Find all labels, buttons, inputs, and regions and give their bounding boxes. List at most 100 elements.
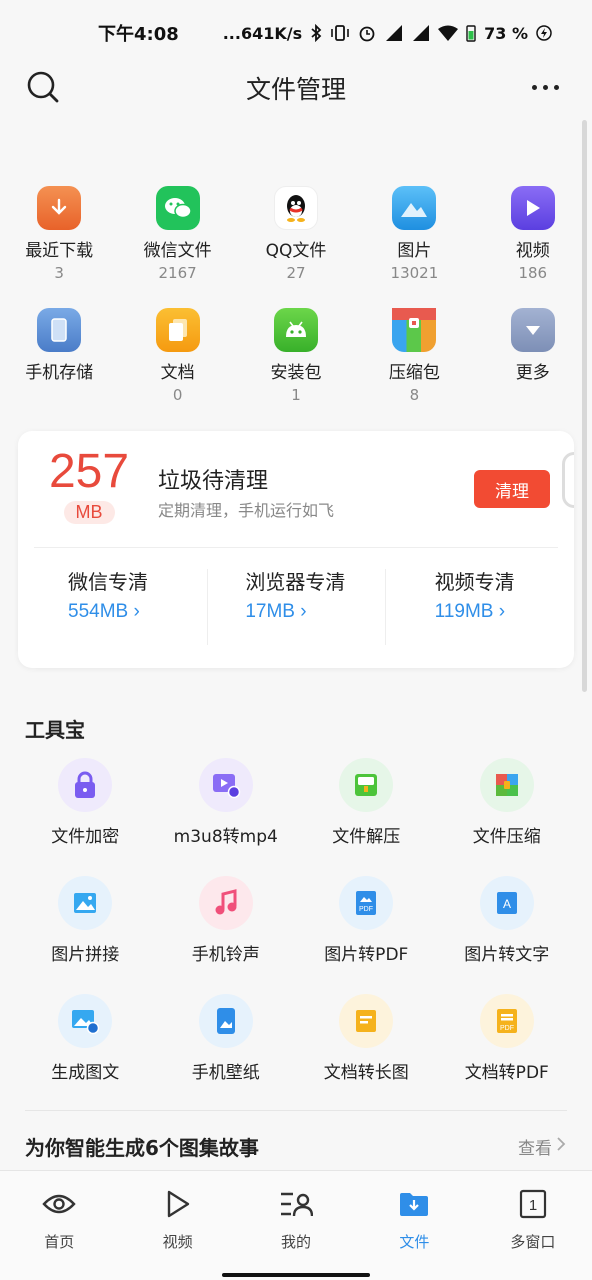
cleanup-title: 垃圾待清理 [158, 469, 269, 494]
tool-generate-image-text[interactable]: 生成图文 [15, 994, 156, 1112]
category-documents[interactable]: 文档 0 [118, 308, 236, 430]
category-zip[interactable]: 压缩包 8 [355, 308, 473, 430]
story-view-more[interactable]: 查看 [518, 1134, 566, 1159]
browser-clean-item[interactable]: 浏览器专清 17MB › [207, 567, 384, 647]
category-qq-files[interactable]: QQ文件 27 [237, 186, 355, 308]
tool-image-stitch[interactable]: 图片拼接 [15, 876, 156, 994]
image-text-icon: A [479, 876, 534, 930]
status-icons: ...641K/s 73 % [223, 24, 552, 43]
tool-label: 文件压缩 [472, 827, 541, 847]
nav-label: 文件 [399, 1233, 430, 1251]
apk-icon [273, 308, 318, 352]
category-label: 压缩包 [388, 363, 440, 383]
tool-doc-to-pdf[interactable]: PDF 文档转PDF [437, 994, 578, 1112]
tool-file-encrypt[interactable]: 文件加密 [15, 758, 156, 876]
clean-button[interactable]: 清理 [474, 470, 550, 508]
tool-unzip[interactable]: 文件解压 [296, 758, 437, 876]
nav-profile[interactable]: 我的 [237, 1171, 355, 1280]
tool-ringtone[interactable]: 手机铃声 [156, 876, 297, 994]
tool-label: 手机壁纸 [191, 1063, 260, 1083]
bluetooth-icon [310, 24, 322, 42]
cleanup-card[interactable]: 257 MB 垃圾待清理 定期清理，手机运行如飞 清理 微信专清 554MB ›… [18, 431, 574, 668]
cleanup-subtitle: 定期清理，手机运行如飞 [158, 501, 335, 520]
toolbox-title: 工具宝 [25, 718, 85, 742]
category-grid: 最近下载 3 微信文件 2167 QQ文件 27 图片 13021 视频 186… [0, 186, 592, 430]
tool-label: 图片转文字 [464, 945, 550, 965]
clean-item-size: 119MB [434, 601, 494, 622]
qq-icon [273, 186, 318, 230]
tool-label: m3u8转mp4 [173, 827, 278, 847]
svg-text:A: A [503, 897, 511, 911]
battery-percent: 73 [484, 23, 507, 43]
doc-longimage-icon [339, 994, 394, 1048]
tool-label: 图片转PDF [324, 945, 409, 965]
chevron-right-icon [556, 1136, 566, 1157]
special-clean-list: 微信专清 554MB › 浏览器专清 17MB › 视频专清 119MB › [18, 567, 574, 647]
nav-label: 我的 [281, 1233, 312, 1251]
nav-video[interactable]: 视频 [118, 1171, 236, 1280]
tool-image-to-pdf[interactable]: PDF 图片转PDF [296, 876, 437, 994]
eye-icon [42, 1187, 76, 1221]
image-generate-icon [58, 994, 113, 1048]
clean-item-label: 浏览器专清 [245, 570, 346, 594]
category-recent-downloads[interactable]: 最近下载 3 [0, 186, 118, 308]
home-indicator[interactable] [222, 1273, 370, 1277]
doc-pdf-icon: PDF [479, 994, 534, 1048]
page-title: 文件管理 [245, 75, 346, 104]
zip-icon [392, 308, 437, 352]
battery-icon [466, 24, 476, 42]
compress-icon [479, 758, 534, 812]
more-menu-icon[interactable] [528, 72, 562, 102]
category-phone-storage[interactable]: 手机存储 [0, 308, 118, 430]
clean-item-size: 17MB [245, 601, 295, 622]
category-count: 0 [172, 386, 183, 404]
tool-m3u8-to-mp4[interactable]: m3u8转mp4 [156, 758, 297, 876]
nav-files[interactable]: 文件 [355, 1171, 473, 1280]
category-more[interactable]: 更多 [474, 308, 592, 430]
category-label: 更多 [515, 363, 550, 383]
clean-item-size: 554MB [68, 601, 129, 622]
category-apk[interactable]: 安装包 1 [237, 308, 355, 430]
vibrate-icon [330, 24, 350, 42]
nav-multi-window[interactable]: 1 多窗口 [474, 1171, 592, 1280]
profile-icon [279, 1187, 314, 1221]
battery-level: 73 % [484, 23, 528, 43]
chevron-right-icon: › [498, 601, 506, 622]
nav-home[interactable]: 首页 [0, 1171, 118, 1280]
tool-label: 图片拼接 [51, 945, 120, 965]
wechat-icon [155, 186, 200, 230]
divider [25, 1110, 567, 1111]
clean-item-label: 视频专清 [434, 570, 515, 594]
category-count: 1 [291, 386, 301, 404]
lock-icon [58, 758, 113, 812]
chevron-right-icon: › [300, 601, 307, 622]
category-videos[interactable]: 视频 186 [474, 186, 592, 308]
clean-item-label: 微信专清 [68, 570, 148, 594]
tool-wallpaper[interactable]: 手机壁纸 [156, 994, 297, 1112]
video-clean-item[interactable]: 视频专清 119MB › [384, 567, 574, 647]
tool-label: 文件解压 [332, 827, 401, 847]
category-images[interactable]: 图片 13021 [355, 186, 473, 308]
image-stitch-icon [58, 876, 113, 930]
tool-compress[interactable]: 文件压缩 [437, 758, 578, 876]
unzip-icon [339, 758, 394, 812]
category-label: 视频 [515, 241, 550, 261]
alarm-icon [358, 24, 376, 42]
charging-icon [536, 25, 552, 41]
category-label: 图片 [397, 241, 432, 261]
wechat-clean-item[interactable]: 微信专清 554MB › [18, 567, 207, 647]
tool-doc-to-long-image[interactable]: 文档转长图 [296, 994, 437, 1112]
phone-storage-icon [37, 308, 82, 352]
category-count: 3 [54, 264, 64, 282]
view-more-label: 查看 [518, 1139, 552, 1159]
category-wechat-files[interactable]: 微信文件 2167 [118, 186, 236, 308]
wallpaper-icon [198, 994, 253, 1048]
side-drawer-handle[interactable] [562, 452, 574, 508]
clean-item-value: 119MB › [435, 597, 574, 627]
search-icon[interactable] [26, 70, 60, 104]
tool-label: 文档转长图 [323, 1063, 409, 1083]
status-time: 下午4:08 [98, 24, 179, 45]
net-speed: ...641K/s [222, 23, 303, 43]
tool-image-to-text[interactable]: A 图片转文字 [437, 876, 578, 994]
tool-label: 文件加密 [51, 827, 120, 847]
